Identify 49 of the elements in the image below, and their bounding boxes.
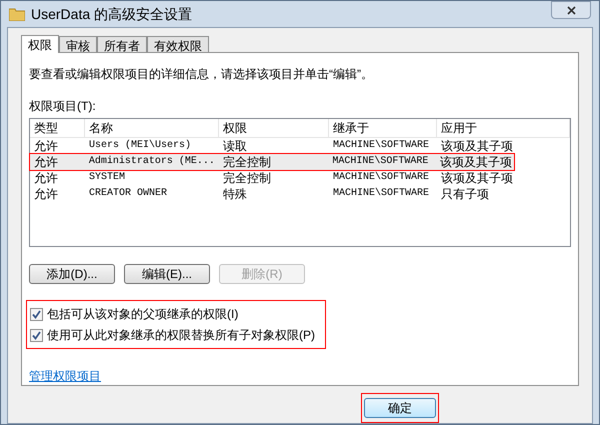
action-button[interactable]: 添加(D)... xyxy=(29,264,115,284)
list-label: 权限项目(T): xyxy=(29,98,97,115)
table-cell-text: 允许 xyxy=(33,186,59,202)
ok-button[interactable]: 确定 xyxy=(364,398,436,418)
table-cell-text: 只有子项 xyxy=(440,186,490,202)
column-header[interactable]: 权限 xyxy=(219,119,329,137)
tab[interactable]: 审核 xyxy=(59,36,97,52)
table-cell-text: 该项及其子项 xyxy=(440,170,514,186)
checkmark-icon xyxy=(32,330,41,340)
table-cell-text: 该项及其子项 xyxy=(439,154,513,170)
column-header[interactable]: 应用于 xyxy=(437,119,570,137)
table-cell-text: MACHINE\SOFTWARE xyxy=(331,154,430,169)
list-row[interactable]: 允许 Users (MEI\Users) 读取 MACHINE\SOFTWARE 该项及其子项 xyxy=(30,138,570,154)
manage-link[interactable]: 管理权限项目 xyxy=(29,367,101,385)
tab[interactable]: 所有者 xyxy=(97,36,147,52)
folder-icon xyxy=(9,7,25,21)
window-title: UserData 的高级安全设置 xyxy=(31,4,192,24)
instruction-text: 要查看或编辑权限项目的详细信息，请选择该项目并单击“编辑”。 xyxy=(29,66,374,83)
table-cell-text: 允许 xyxy=(33,138,59,154)
table-cell-text: 该项及其子项 xyxy=(440,138,514,154)
column-header[interactable]: 继承于 xyxy=(329,119,437,137)
column-header[interactable]: 名称 xyxy=(85,119,219,137)
table-cell-text: MACHINE\SOFTWARE xyxy=(332,170,430,185)
action-button[interactable]: 编辑(E)... xyxy=(124,264,210,284)
table-cell-text: MACHINE\SOFTWARE xyxy=(332,138,430,153)
table-cell-text: MACHINE\SOFTWARE xyxy=(332,186,430,201)
checkbox[interactable] xyxy=(30,328,43,342)
table-cell-text: Administrators (ME... xyxy=(88,154,216,169)
table-cell-text: 特殊 xyxy=(222,186,248,202)
close-icon xyxy=(566,6,576,14)
table-cell-text: 完全控制 xyxy=(222,154,272,170)
tab[interactable]: 权限 xyxy=(21,35,59,53)
table-cell-text: 读取 xyxy=(222,138,248,154)
checkbox-label: 使用可从此对象继承的权限替换所有子对象权限(P) xyxy=(47,327,315,344)
table-cell-text: CREATOR OWNER xyxy=(88,187,168,201)
table-cell-text: 完全控制 xyxy=(222,170,272,186)
list-row[interactable]: 允许 CREATOR OWNER 特殊 MACHINE\SOFTWARE 只有子项 xyxy=(30,186,570,202)
list-row[interactable]: 允许 SYSTEM 完全控制 MACHINE\SOFTWARE 该项及其子项 xyxy=(30,170,570,186)
tab[interactable]: 有效权限 xyxy=(147,36,209,52)
table-cell-text: 允许 xyxy=(33,154,59,170)
checkbox-label: 包括可从该对象的父项继承的权限(I) xyxy=(47,306,238,323)
checkbox[interactable] xyxy=(30,308,43,320)
checkmark-icon xyxy=(32,310,41,318)
table-cell-text: 允许 xyxy=(33,170,59,186)
column-header[interactable]: 类型 xyxy=(30,119,85,137)
table-cell-text: Users (MEI\Users) xyxy=(88,138,192,153)
list-row[interactable]: 允许 Administrators (ME... 完全控制 MACHINE\SOFTWARE 该项及其子项 xyxy=(30,154,514,170)
close-button[interactable] xyxy=(551,1,591,19)
table-cell-text: SYSTEM xyxy=(88,171,126,185)
